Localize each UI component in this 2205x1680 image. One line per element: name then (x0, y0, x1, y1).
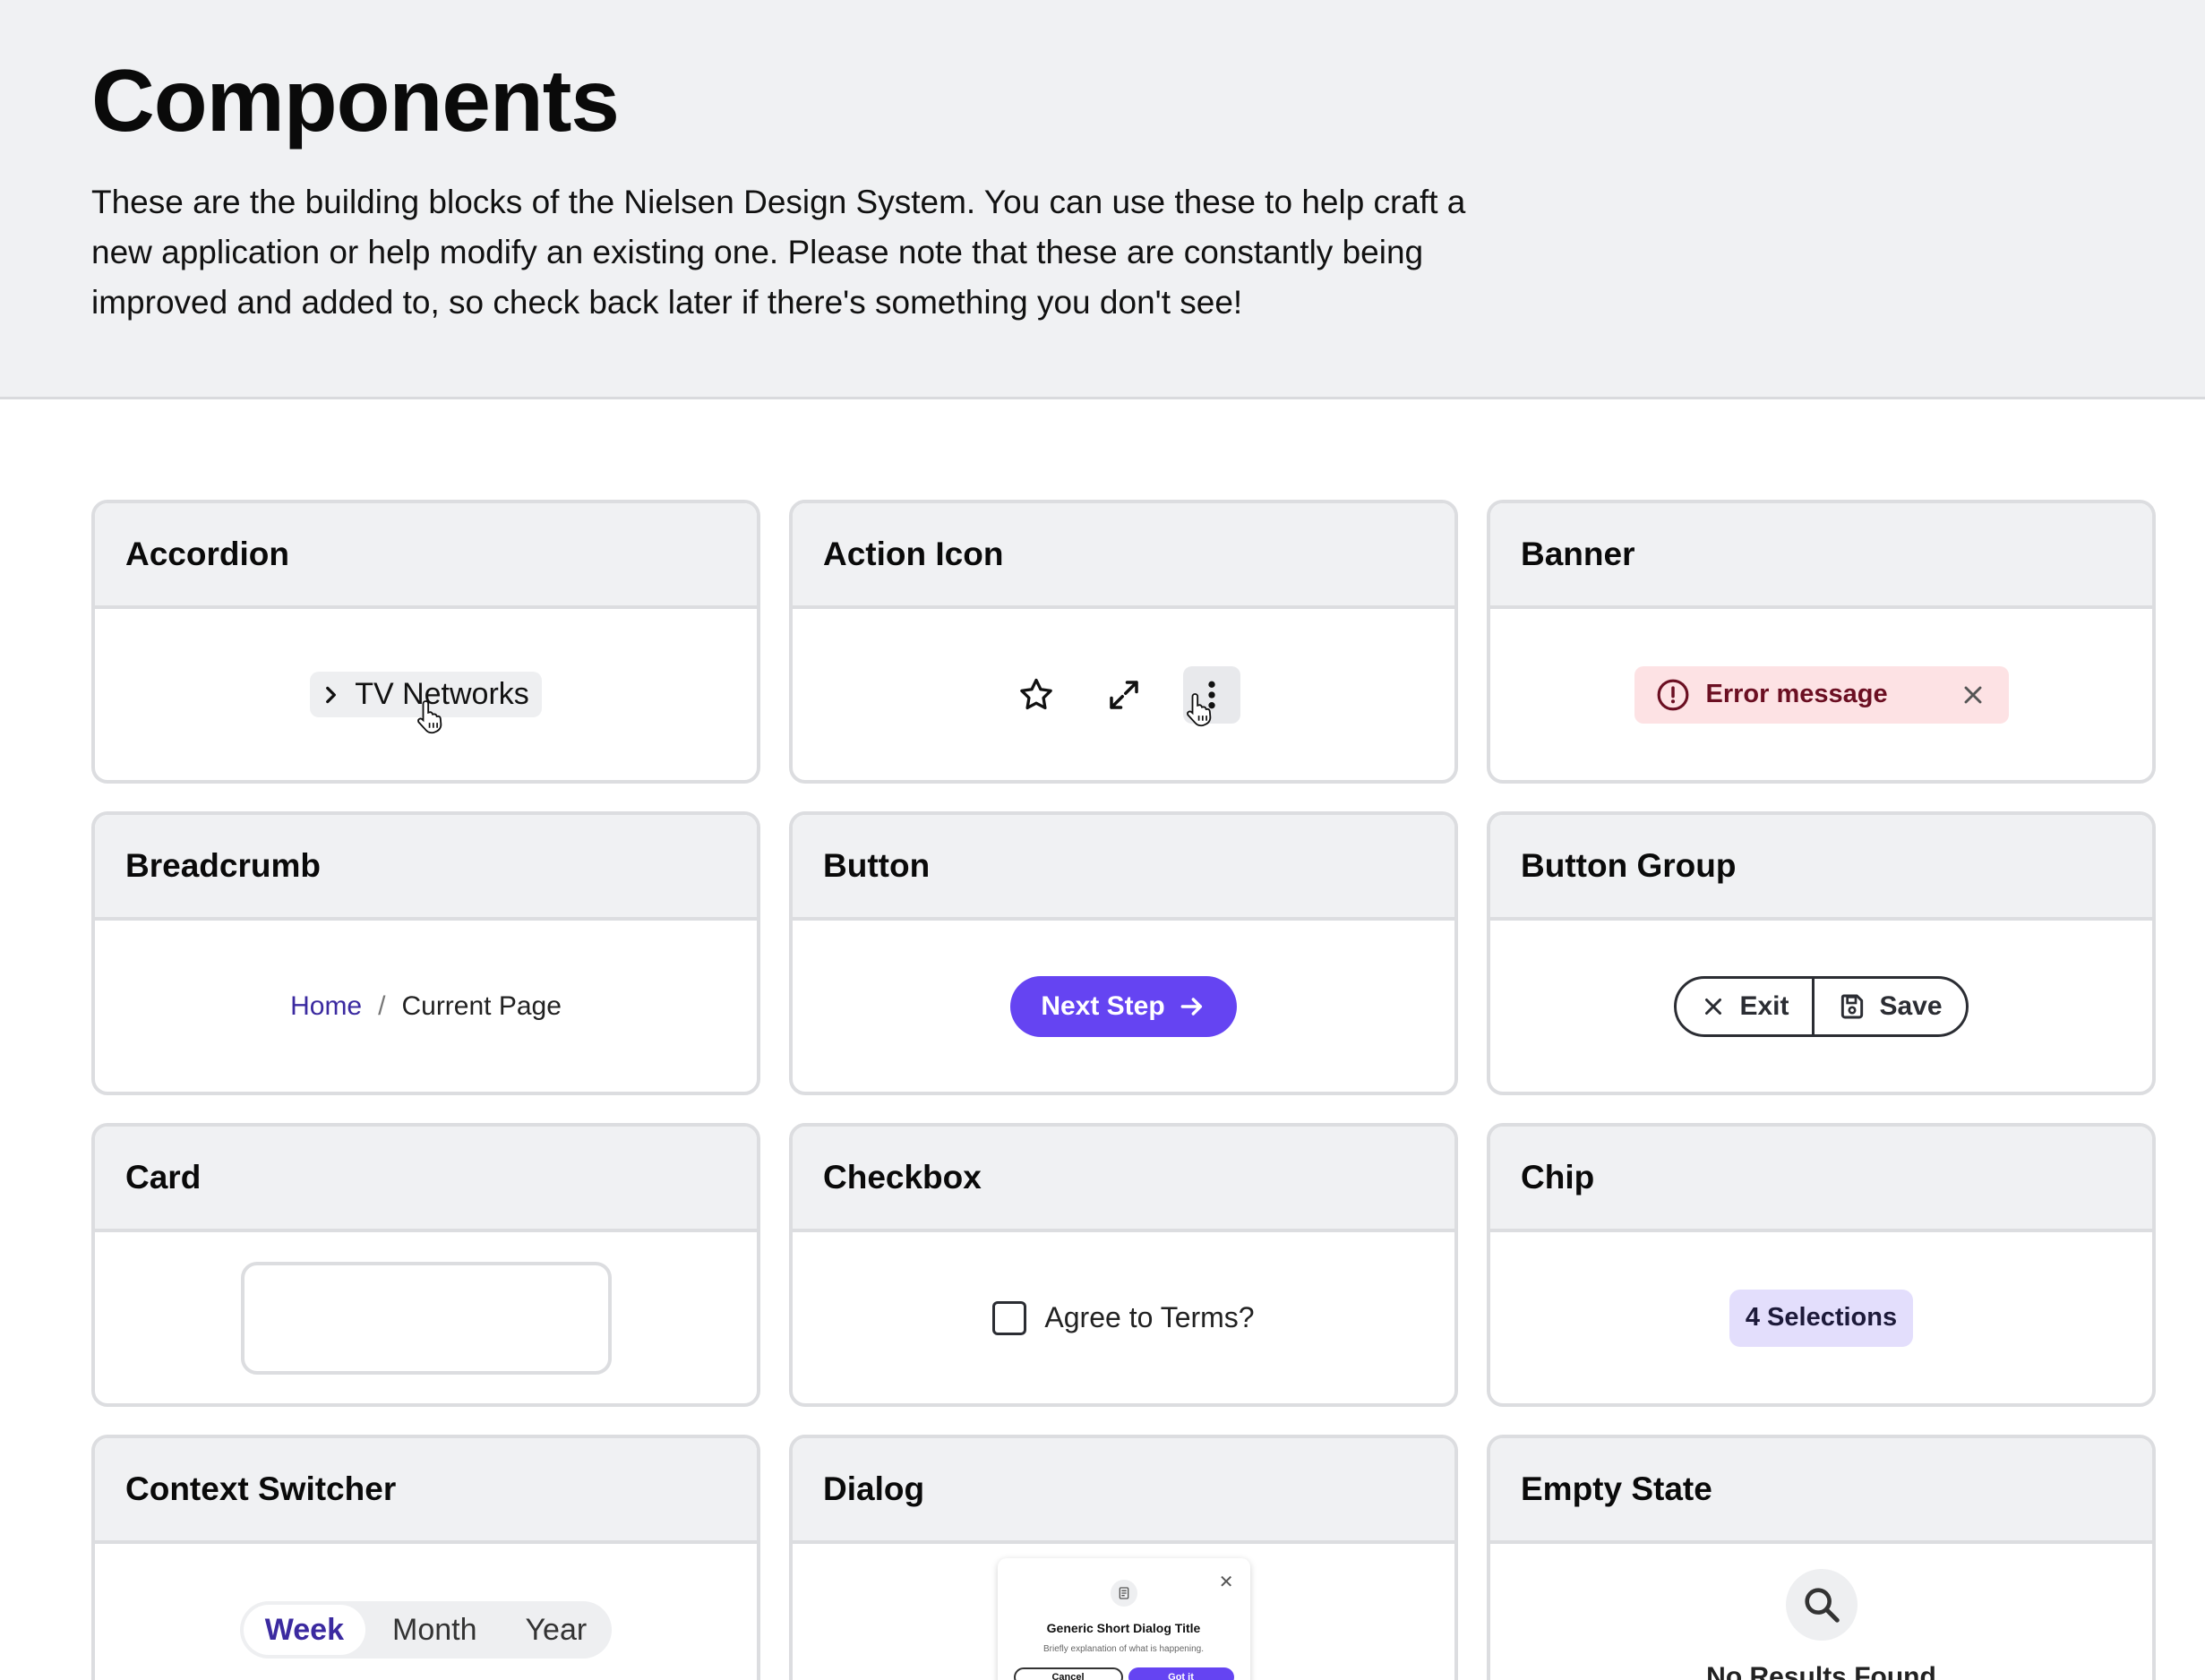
selection-chip[interactable]: 4 Selections (1729, 1289, 1914, 1347)
terms-checkbox[interactable]: Agree to Terms? (992, 1300, 1255, 1335)
component-card-chip[interactable]: Chip 4 Selections (1487, 1123, 2156, 1407)
context-switcher: Week Month Year (239, 1601, 613, 1659)
component-card-banner[interactable]: Banner Error message (1487, 500, 2156, 784)
card-preview: Agree to Terms? (793, 1232, 1454, 1403)
card-header: Action Icon (793, 503, 1454, 609)
switcher-option-month[interactable]: Month (371, 1605, 499, 1655)
card-header: Checkbox (793, 1127, 1454, 1232)
expand-icon (1109, 680, 1138, 709)
card-title: Dialog (823, 1470, 925, 1507)
checkbox-label: Agree to Terms? (1044, 1301, 1255, 1333)
component-card-breadcrumb[interactable]: Breadcrumb Home / Current Page (91, 811, 760, 1095)
component-card-accordion[interactable]: Accordion TV Networks (91, 500, 760, 784)
card-header: Button (793, 815, 1454, 921)
close-icon (1705, 998, 1722, 1015)
page-title: Components (91, 51, 620, 150)
hand-cursor-icon (1186, 692, 1211, 726)
card-preview: Week Month Year (95, 1544, 757, 1680)
card-preview: 4 Selections (1490, 1232, 2152, 1403)
switcher-option-year[interactable]: Year (504, 1605, 609, 1655)
card-header: Dialog (793, 1438, 1454, 1544)
document-icon (1110, 1580, 1137, 1607)
card-header: Accordion (95, 503, 757, 609)
card-title: Chip (1521, 1159, 1595, 1196)
card-preview: Exit Save (1490, 921, 2152, 1092)
component-card-card[interactable]: Card (91, 1123, 760, 1407)
card-title: Breadcrumb (125, 847, 321, 884)
switcher-option-week[interactable]: Week (243, 1605, 365, 1655)
dialog-cancel-button: Cancel (1013, 1667, 1123, 1680)
exit-label: Exit (1739, 990, 1789, 1021)
save-button[interactable]: Save (1812, 978, 1965, 1034)
page-header: Components These are the building blocks… (0, 0, 2205, 399)
card-header: Card (95, 1127, 757, 1232)
arrow-right-icon (1180, 997, 1202, 1016)
dialog-description: Briefly explanation of what is happening… (1042, 1644, 1204, 1654)
card-header: Breadcrumb (95, 815, 757, 921)
card-title: Accordion (125, 536, 289, 572)
card-header: Empty State (1490, 1438, 2152, 1544)
component-card-checkbox[interactable]: Checkbox Agree to Terms? (789, 1123, 1458, 1407)
error-banner: Error message (1634, 665, 2009, 724)
hand-cursor-icon (417, 700, 442, 734)
button-label: Next Step (1041, 990, 1165, 1021)
breadcrumb-current: Current Page (401, 990, 562, 1021)
card-title: Card (125, 1159, 202, 1196)
button-group: Exit Save (1674, 975, 1969, 1037)
dialog-actions: Cancel Got it (1013, 1667, 1234, 1680)
card-preview: Home / Current Page (95, 921, 757, 1092)
card-header: Context Switcher (95, 1438, 757, 1544)
action-icon-row (1008, 665, 1240, 726)
card-title: Button Group (1521, 847, 1737, 884)
card-title: Context Switcher (125, 1470, 397, 1507)
breadcrumb: Home / Current Page (290, 991, 562, 1022)
breadcrumb-home-link[interactable]: Home (290, 991, 362, 1022)
card-preview (793, 609, 1454, 780)
checkbox-box[interactable] (992, 1300, 1027, 1335)
demo-card (240, 1261, 612, 1375)
card-preview: ✕ Generic Short Dialog Title Briefly exp… (793, 1544, 1454, 1680)
component-card-button[interactable]: Button Next Step (789, 811, 1458, 1095)
card-title: Checkbox (823, 1159, 982, 1196)
search-icon (1785, 1569, 1858, 1641)
star-icon (1019, 678, 1052, 709)
card-header: Banner (1490, 503, 2152, 609)
card-preview (95, 1232, 757, 1403)
save-label: Save (1879, 990, 1943, 1021)
component-card-action-icon[interactable]: Action Icon (789, 500, 1458, 784)
card-title: Action Icon (823, 536, 1004, 572)
card-preview: TV Networks (95, 609, 757, 780)
next-step-button[interactable]: Next Step (1010, 975, 1237, 1037)
chevron-right-icon (326, 686, 337, 703)
card-header: Button Group (1490, 815, 2152, 921)
star-icon-button[interactable] (1008, 666, 1065, 724)
empty-state-message: No Results Found (1706, 1662, 1936, 1680)
save-icon (1841, 994, 1864, 1018)
dialog-title: Generic Short Dialog Title (1046, 1621, 1201, 1635)
component-card-empty-state[interactable]: Empty State No Results Found (1487, 1435, 2156, 1680)
card-title: Banner (1521, 536, 1635, 572)
card-preview: Next Step (793, 921, 1454, 1092)
expand-icon-button[interactable] (1095, 666, 1153, 724)
close-icon[interactable] (1959, 681, 1987, 709)
card-title: Empty State (1521, 1470, 1712, 1507)
breadcrumb-separator: / (378, 990, 386, 1021)
close-icon: ✕ (1218, 1573, 1234, 1592)
component-card-button-group[interactable]: Button Group Exit Save (1487, 811, 2156, 1095)
dialog-confirm-button: Got it (1128, 1667, 1234, 1680)
alert-circle-icon (1657, 679, 1688, 710)
card-title: Button (823, 847, 931, 884)
accordion-item[interactable]: TV Networks (310, 672, 542, 734)
empty-state: No Results Found (1706, 1569, 1936, 1680)
card-preview: No Results Found (1490, 1544, 2152, 1680)
card-preview: Error message (1490, 609, 2152, 780)
page-intro: These are the building blocks of the Nie… (91, 184, 1466, 321)
component-card-context-switcher[interactable]: Context Switcher Week Month Year (91, 1435, 760, 1680)
dialog-preview: ✕ Generic Short Dialog Title Briefly exp… (997, 1558, 1250, 1680)
card-header: Chip (1490, 1127, 2152, 1232)
component-card-dialog[interactable]: Dialog ✕ Generic Short Dialog Title Brie… (789, 1435, 1458, 1680)
exit-button[interactable]: Exit (1677, 979, 1812, 1034)
banner-message: Error message (1705, 680, 1888, 708)
